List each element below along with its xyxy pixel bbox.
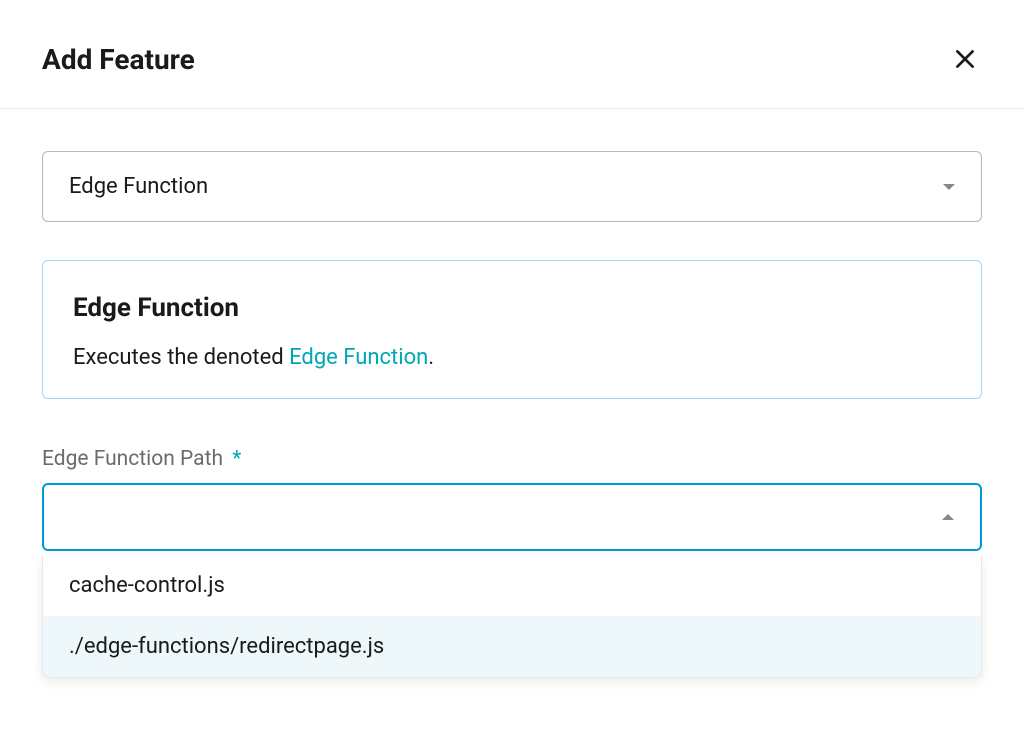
feature-type-select[interactable]: Edge Function xyxy=(42,151,982,222)
feature-info-description: Executes the denoted Edge Function. xyxy=(73,345,951,370)
feature-info-desc-prefix: Executes the denoted xyxy=(73,345,289,370)
close-icon xyxy=(952,46,978,72)
required-indicator: * xyxy=(232,447,241,471)
edge-function-path-label: Edge Function Path xyxy=(42,447,228,471)
edge-function-link[interactable]: Edge Function xyxy=(289,345,428,370)
feature-info-desc-suffix: . xyxy=(428,345,434,370)
dropdown-option[interactable]: cache-control.js xyxy=(43,555,981,616)
chevron-up-icon xyxy=(942,514,954,520)
feature-info-title: Edge Function xyxy=(73,293,951,323)
dialog-header: Add Feature xyxy=(0,0,1024,109)
dropdown-option[interactable]: ./edge-functions/redirectpage.js xyxy=(43,616,981,677)
dialog-body: Edge Function Edge Function Executes the… xyxy=(0,109,1024,720)
dialog-title: Add Feature xyxy=(42,43,195,76)
edge-function-path-select[interactable] xyxy=(42,483,982,551)
chevron-down-icon xyxy=(943,184,955,190)
edge-function-path-field: Edge Function Path * cache-control.js ./… xyxy=(42,447,982,678)
feature-type-value: Edge Function xyxy=(69,174,208,199)
edge-function-path-dropdown: cache-control.js ./edge-functions/redire… xyxy=(42,555,982,678)
close-button[interactable] xyxy=(948,42,982,76)
feature-info-panel: Edge Function Executes the denoted Edge … xyxy=(42,260,982,399)
